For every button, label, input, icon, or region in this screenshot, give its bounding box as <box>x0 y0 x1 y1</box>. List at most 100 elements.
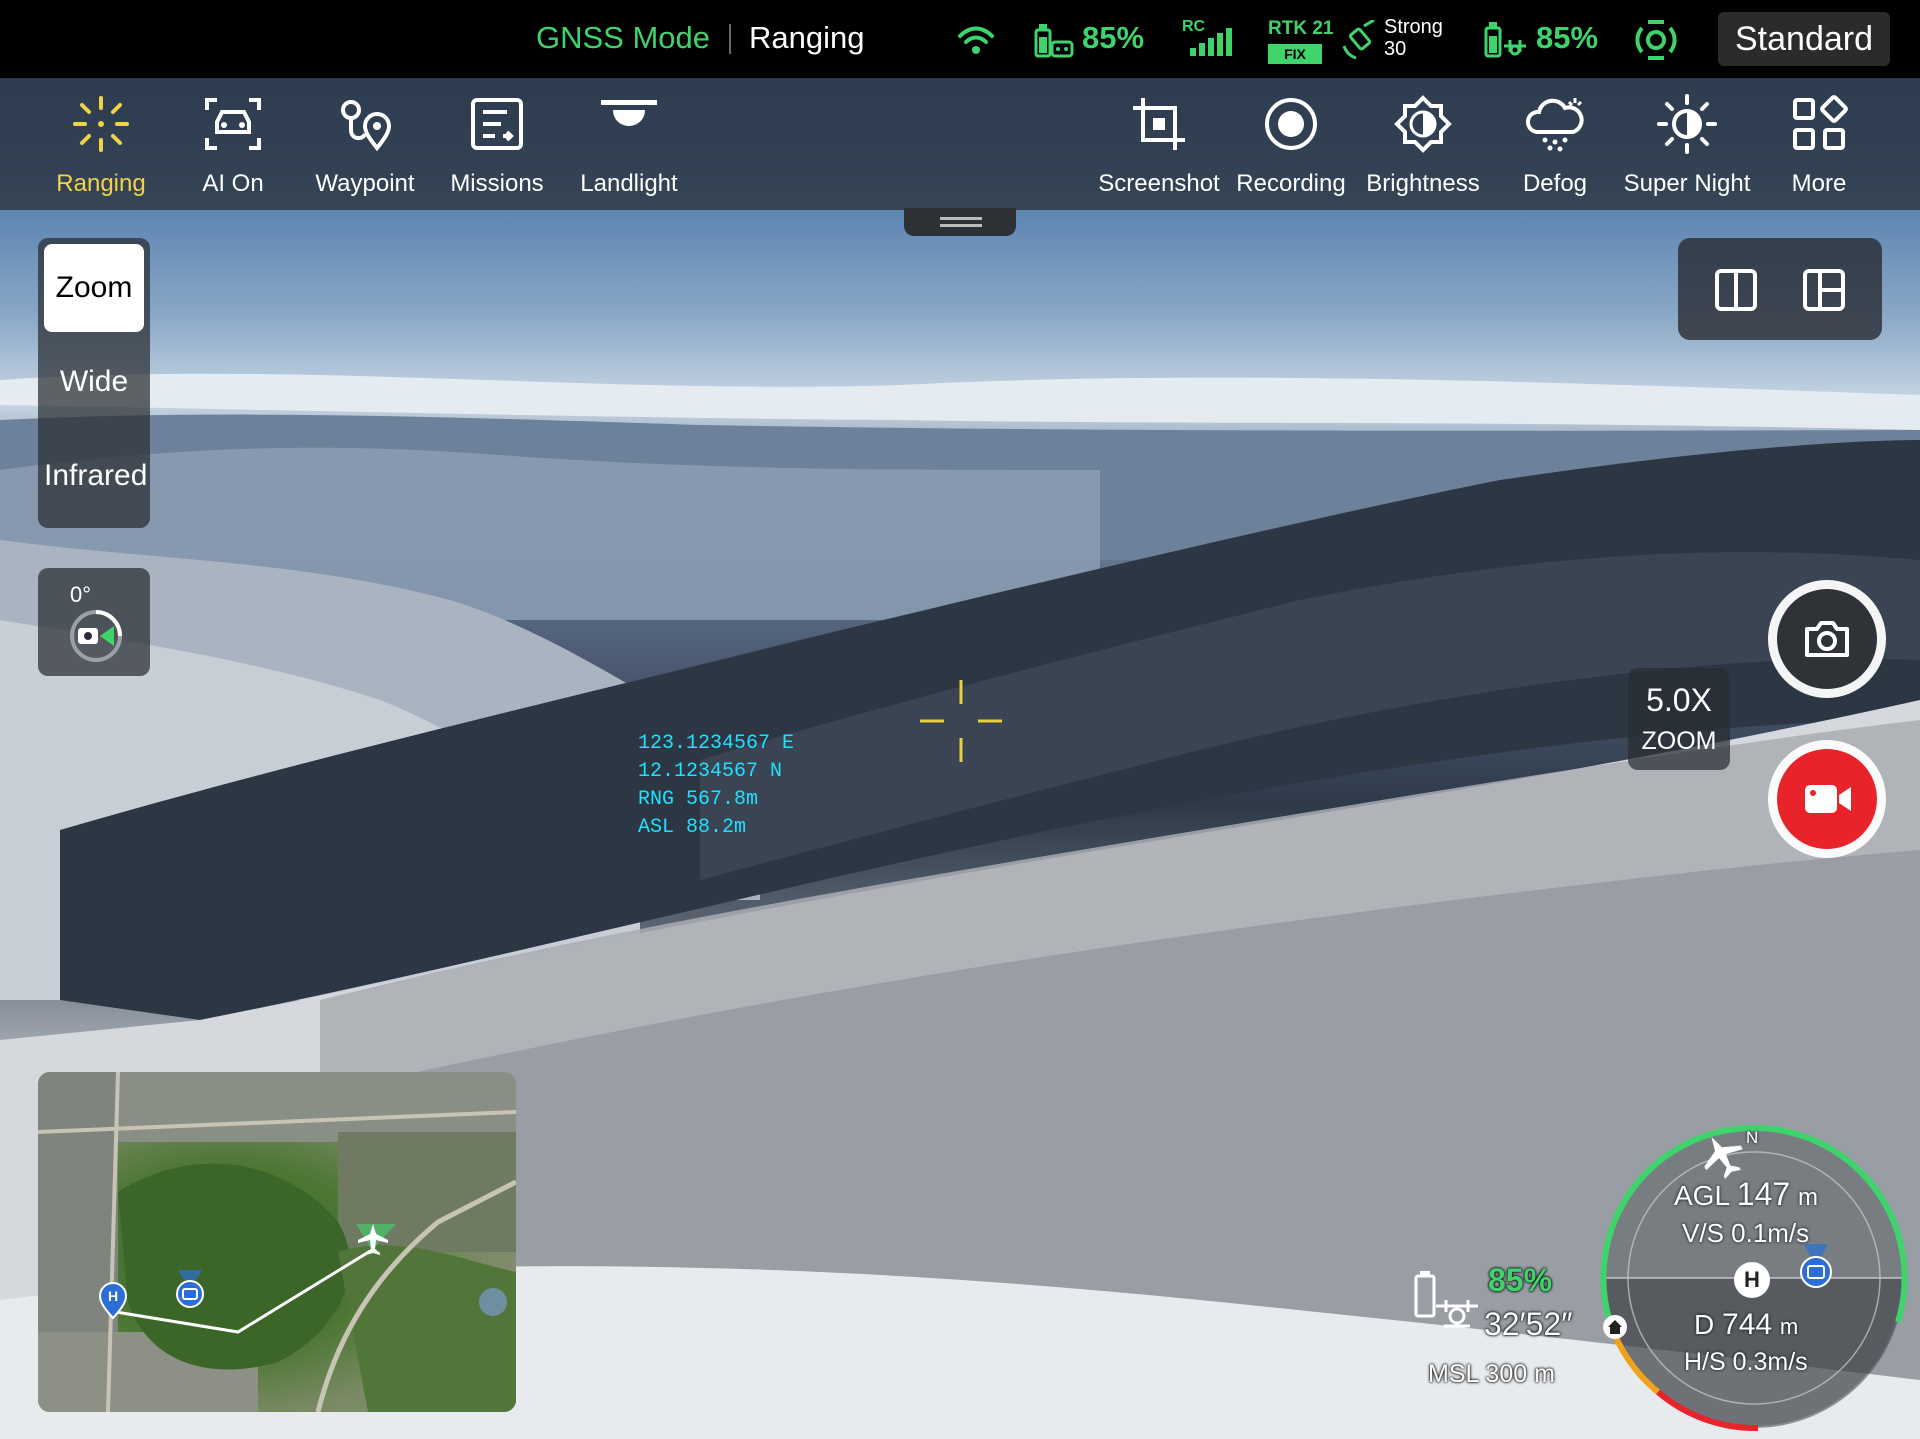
signal-strength-label: Strong <box>1384 16 1443 38</box>
landlight-icon <box>601 100 657 126</box>
obstacle-sensing-icon[interactable] <box>1634 18 1678 62</box>
msl-altitude: MSL 300 m <box>1428 1360 1555 1388</box>
lens-selector: Zoom Wide Infrared <box>38 238 150 528</box>
flight-mode-button[interactable]: Standard <box>1718 12 1890 66</box>
waypoint-tool-label: Waypoint <box>315 170 415 197</box>
ai-tool-button[interactable]: AI On <box>168 78 298 210</box>
lens-wide-button[interactable]: Wide <box>44 338 144 426</box>
ai-tool-label: AI On <box>202 170 264 197</box>
handle-line <box>940 217 982 220</box>
video-camera-icon <box>1805 785 1851 813</box>
ranging-icon <box>73 96 129 152</box>
recording-tool-button[interactable]: Recording <box>1226 78 1356 210</box>
satellite-count: 30 <box>1384 38 1407 60</box>
agl-unit: m <box>1797 1184 1818 1211</box>
home-marker: H <box>1734 1262 1770 1298</box>
missions-icon <box>471 98 523 150</box>
status-divider <box>729 24 731 54</box>
landlight-tool-label: Landlight <box>580 170 678 197</box>
target-latitude: 12.1234567 N <box>638 760 783 783</box>
distance-value: 744 <box>1722 1308 1773 1341</box>
aircraft-battery-icon <box>1484 22 1526 58</box>
camera-icon <box>1805 621 1849 657</box>
lens-infrared-button[interactable]: Infrared <box>44 432 147 520</box>
svg-text:H: H <box>108 1288 118 1304</box>
gimbal-reset-button[interactable]: 0° <box>38 568 150 676</box>
super-night-tool-button[interactable]: Super Night <box>1622 78 1752 210</box>
home-icon <box>1603 1315 1627 1339</box>
brightness-icon <box>1394 95 1452 153</box>
battery-percent: 85% <box>1488 1262 1553 1298</box>
signal-strength: Strong 30 <box>1384 16 1443 60</box>
compass-widget[interactable]: N AGL 147 m V/S 0.1m/s H D 744 m H/S 0.3… <box>1598 1122 1910 1434</box>
heading-aircraft-icon <box>1704 1137 1743 1179</box>
defog-tool-label: Defog <box>1522 170 1588 197</box>
more-tool-label: More <box>1791 170 1847 197</box>
record-inner <box>1777 749 1877 849</box>
rc-signal-icon <box>1190 28 1232 56</box>
screenshot-tool-button[interactable]: Screenshot <box>1094 78 1224 210</box>
gnss-mode-label[interactable]: GNSS Mode <box>536 20 710 56</box>
ranging-info: 123.1234567 E 12.1234567 N RNG 567.8m AS… <box>638 730 794 842</box>
top-toolbar: Ranging AI On Waypoint Missions Landligh… <box>0 78 1920 210</box>
gimbal-camera-icon <box>70 610 122 662</box>
missions-tool-label: Missions <box>450 170 544 197</box>
super-night-icon <box>1657 94 1717 154</box>
target-range: RNG 567.8m <box>638 788 759 811</box>
more-icon <box>1793 95 1848 150</box>
ai-car-icon <box>205 98 261 150</box>
photo-shutter-button[interactable] <box>1768 580 1886 698</box>
crosshair-icon <box>920 680 1002 762</box>
recording-tool-label: Recording <box>1236 170 1346 197</box>
ranging-status-label[interactable]: Ranging <box>749 20 864 56</box>
super-night-tool-label: Super Night <box>1623 170 1751 197</box>
rtk-fix-badge: FIX <box>1268 44 1322 64</box>
wifi-icon <box>958 26 994 54</box>
split-view-icon[interactable] <box>1714 268 1758 312</box>
agl-value: 147 <box>1736 1176 1791 1212</box>
status-bar: GNSS Mode Ranging 85% RC RTK 21 FIX Stro… <box>0 0 1920 78</box>
brightness-tool-button[interactable]: Brightness <box>1358 78 1488 210</box>
agl-readout: AGL 147 m <box>1674 1176 1818 1213</box>
brightness-tool-label: Brightness <box>1366 170 1480 197</box>
distance-unit: m <box>1779 1314 1799 1339</box>
screenshot-icon <box>1133 98 1185 150</box>
flight-time-remaining: 32′52″ <box>1484 1306 1573 1342</box>
recording-icon <box>1265 98 1317 150</box>
aircraft-battery-status-icon <box>1414 1271 1478 1328</box>
distance-readout: D 744 m <box>1694 1308 1798 1342</box>
agl-label: AGL <box>1674 1180 1729 1211</box>
controller-battery-icon <box>1034 24 1074 58</box>
ranging-tool-button[interactable]: Ranging <box>36 78 166 210</box>
record-video-button[interactable] <box>1768 740 1886 858</box>
zoom-value: 5.0X <box>1646 682 1712 718</box>
photo-shutter-inner <box>1777 589 1877 689</box>
more-tool-button[interactable]: More <box>1754 78 1884 210</box>
handle-line <box>940 224 982 227</box>
toolbar-collapse-handle[interactable] <box>904 208 1016 236</box>
map-canvas <box>38 1072 516 1412</box>
pip-view-icon[interactable] <box>1802 268 1846 312</box>
compass-north-label: N <box>1746 1128 1759 1147</box>
target-asl: ASL 88.2m <box>638 816 747 839</box>
waypoint-icon <box>341 100 392 152</box>
distance-label: D <box>1694 1309 1715 1340</box>
zoom-level-badge[interactable]: 5.0X ZOOM <box>1628 668 1730 770</box>
waypoint-tool-button[interactable]: Waypoint <box>300 78 430 210</box>
defog-tool-button[interactable]: Defog <box>1490 78 1620 210</box>
lens-zoom-button[interactable]: Zoom <box>44 244 144 332</box>
aircraft-map-icon <box>358 1224 388 1255</box>
rc-battery-percent: 85% <box>1082 20 1145 55</box>
screenshot-tool-label: Screenshot <box>1098 170 1220 197</box>
mini-map[interactable]: H <box>38 1072 516 1412</box>
defog-icon <box>1526 98 1584 152</box>
zoom-unit: ZOOM <box>1641 727 1717 755</box>
view-layout-panel <box>1678 238 1882 340</box>
landlight-tool-button[interactable]: Landlight <box>564 78 694 210</box>
horizontal-speed: H/S 0.3m/s <box>1684 1348 1808 1376</box>
missions-tool-button[interactable]: Missions <box>432 78 562 210</box>
satellite-icon <box>1342 20 1375 60</box>
home-point-icon: H <box>98 1282 128 1320</box>
vertical-speed: V/S 0.1m/s <box>1682 1218 1810 1248</box>
ranging-tool-label: Ranging <box>56 170 146 197</box>
